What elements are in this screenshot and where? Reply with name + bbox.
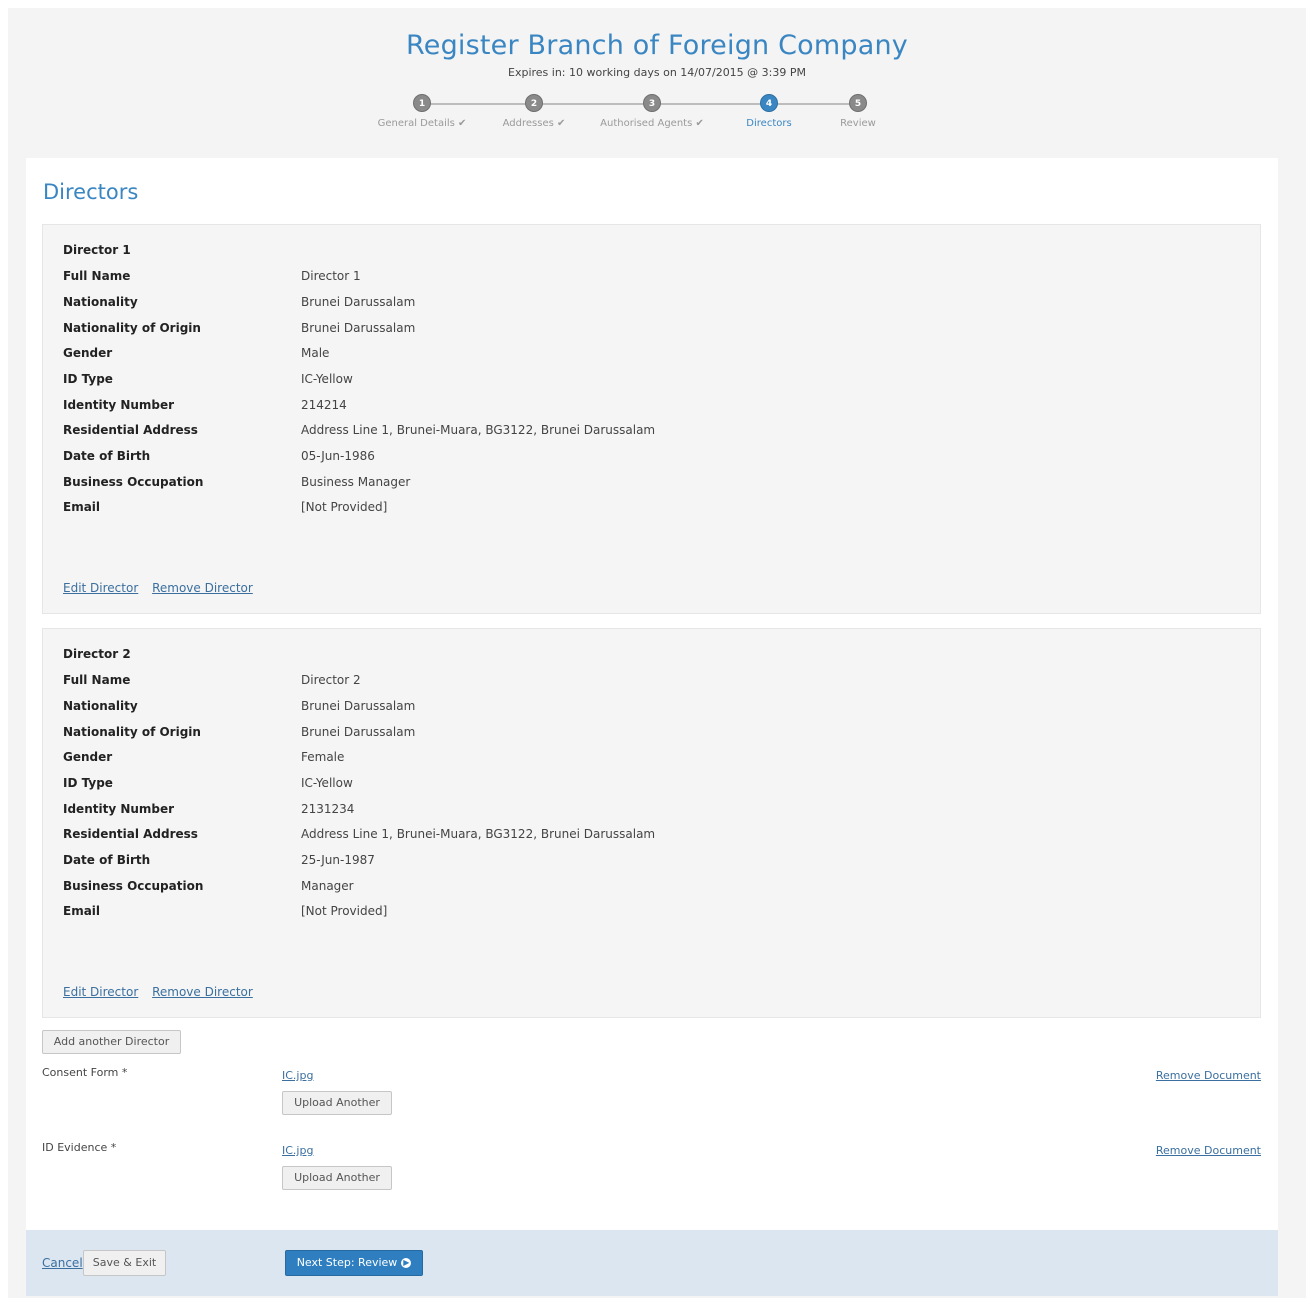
edit-director-link[interactable]: Edit Director [63,581,138,595]
field-value: Director 2 [301,673,361,687]
detail-row: Nationality Brunei Darussalam [63,699,1213,719]
upload-another-button[interactable]: Upload Another [282,1166,392,1190]
field-label: Email [63,904,101,918]
upload-another-button[interactable]: Upload Another [282,1091,392,1115]
field-value: IC-Yellow [301,776,353,790]
field-label: Full Name [63,269,131,283]
detail-row: Date of Birth 05-Jun-1986 [63,449,1213,469]
cancel-link[interactable]: Cancel [42,1256,83,1270]
field-label: Nationality [63,295,138,309]
detail-row: ID Type IC-Yellow [63,776,1213,796]
field-value: Manager [301,879,354,893]
remove-director-link[interactable]: Remove Director [152,581,253,595]
field-value: IC-Yellow [301,372,353,386]
main-panel: Directors Director 1 Full Name Director 1… [26,158,1278,1230]
field-label: Date of Birth [63,449,151,463]
section-title: Directors [43,180,139,204]
field-label: Business Occupation [63,475,204,489]
id-evidence-label: ID Evidence * [42,1141,117,1154]
field-label: Identity Number [63,398,175,412]
progress-stepper: 1 General Details ✔ 2 Addresses ✔ 3 Auth… [8,94,1306,144]
field-value: Address Line 1, Brunei-Muara, BG3122, Br… [301,423,656,437]
field-value: Male [301,346,330,360]
field-value: Brunei Darussalam [301,295,416,309]
field-label: Full Name [63,673,131,687]
step-review[interactable]: 5 Review [788,94,928,129]
add-director-button[interactable]: Add another Director [42,1030,181,1054]
detail-row: Nationality Brunei Darussalam [63,295,1213,315]
step-number-icon: 3 [643,94,661,112]
director-actions: Edit Director Remove Director [63,581,263,595]
next-step-label: Next Step: Review [296,1256,398,1269]
consent-form-label: Consent Form * [42,1066,128,1079]
director-title: Director 2 [63,647,131,661]
detail-row: Nationality of Origin Brunei Darussalam [63,321,1213,341]
step-number-icon: 5 [849,94,867,112]
field-label: Identity Number [63,802,175,816]
consent-form-file-link[interactable]: IC.jpg [282,1069,313,1082]
field-value: 2131234 [301,802,355,816]
step-number-icon: 4 [760,94,778,112]
expiry-notice: Expires in: 10 working days on 14/07/201… [508,66,806,79]
id-evidence-file-link[interactable]: IC.jpg [282,1144,313,1157]
detail-row: Email [Not Provided] [63,904,1213,924]
field-label: Residential Address [63,827,198,841]
detail-row: Date of Birth 25-Jun-1987 [63,853,1213,873]
field-label: Nationality of Origin [63,321,201,335]
remove-director-link[interactable]: Remove Director [152,985,253,999]
field-value: Brunei Darussalam [301,699,416,713]
page-title: Register Branch of Foreign Company [406,30,908,61]
step-number-icon: 2 [525,94,543,112]
save-exit-button[interactable]: Save & Exit [83,1250,166,1276]
field-label: Nationality [63,699,138,713]
detail-row: Gender Male [63,346,1213,366]
next-step-button[interactable]: Next Step: Review ▶ [285,1250,423,1276]
detail-row: Business Occupation Manager [63,879,1213,899]
director-actions: Edit Director Remove Director [63,985,263,999]
detail-row: Full Name Director 1 [63,269,1213,289]
field-label: Residential Address [63,423,198,437]
field-label: Business Occupation [63,879,204,893]
detail-row: Gender Female [63,750,1213,770]
field-label: ID Type [63,776,113,790]
detail-row: Full Name Director 2 [63,673,1213,693]
detail-row: Residential Address Address Line 1, Brune… [63,423,1213,443]
detail-row: Identity Number 214214 [63,398,1213,418]
step-label: Review [840,118,876,129]
remove-document-link[interactable]: Remove Document [1156,1069,1261,1082]
detail-row: Business Occupation Business Manager [63,475,1213,495]
edit-director-link[interactable]: Edit Director [63,985,138,999]
field-value: 05-Jun-1986 [301,449,375,463]
detail-row: ID Type IC-Yellow [63,372,1213,392]
field-label: ID Type [63,372,113,386]
detail-row: Nationality of Origin Brunei Darussalam [63,725,1213,745]
arrow-right-circle-icon: ▶ [401,1258,412,1268]
director-card: Director 1 Full Name Director 1 Nationali… [42,224,1261,614]
field-value: Brunei Darussalam [301,725,416,739]
page-background: Register Branch of Foreign Company Expir… [8,8,1306,1298]
field-value: Business Manager [301,475,411,489]
director-title: Director 1 [63,243,131,257]
field-value: Female [301,750,345,764]
field-label: Gender [63,750,113,764]
field-value: [Not Provided] [301,904,388,918]
detail-row: Residential Address Address Line 1, Brune… [63,827,1213,847]
step-number-icon: 1 [413,94,431,112]
remove-document-link[interactable]: Remove Document [1156,1144,1261,1157]
field-value: Address Line 1, Brunei-Muara, BG3122, Br… [301,827,656,841]
action-footer: Cancel Save & Exit Next Step: Review ▶ [26,1230,1278,1296]
field-label: Nationality of Origin [63,725,201,739]
field-label: Email [63,500,101,514]
field-label: Gender [63,346,113,360]
detail-row: Identity Number 2131234 [63,802,1213,822]
field-value: Brunei Darussalam [301,321,416,335]
field-value: [Not Provided] [301,500,388,514]
detail-row: Email [Not Provided] [63,500,1213,520]
field-value: 214214 [301,398,347,412]
field-label: Date of Birth [63,853,151,867]
field-value: Director 1 [301,269,361,283]
field-value: 25-Jun-1987 [301,853,375,867]
director-card: Director 2 Full Name Director 2 Nationali… [42,628,1261,1018]
